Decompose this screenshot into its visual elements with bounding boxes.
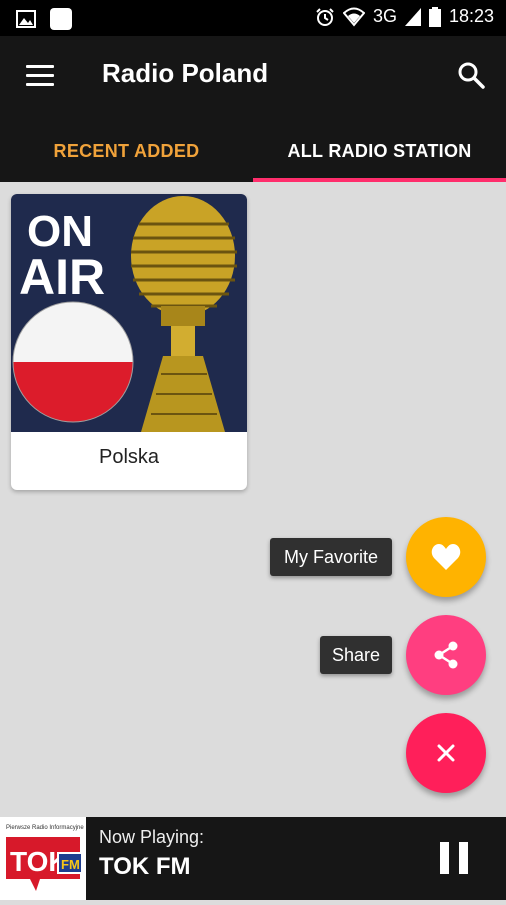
network-type: 3G	[372, 6, 397, 26]
status-bar: 3G 18:23	[0, 0, 506, 36]
battery-icon	[428, 6, 441, 27]
app-icon	[50, 8, 72, 30]
alarm-icon	[316, 7, 334, 26]
share-button[interactable]	[406, 615, 486, 695]
station-card[interactable]: ON AIR Polska	[11, 194, 247, 490]
close-icon	[437, 744, 455, 762]
search-icon[interactable]	[456, 60, 486, 90]
tab-label: ALL RADIO STATION	[287, 140, 472, 161]
svg-text:FM: FM	[61, 857, 80, 872]
image-icon	[16, 10, 36, 28]
svg-text:Pierwsze Radio Informacyjne: Pierwsze Radio Informacyjne	[6, 825, 84, 831]
app-bar: Radio Poland	[0, 36, 506, 120]
wifi-icon	[342, 7, 365, 27]
clock: 18:23	[448, 6, 494, 26]
favorite-button[interactable]	[406, 517, 486, 597]
tab-recent-added[interactable]: RECENT ADDED	[0, 120, 253, 182]
now-playing-bar[interactable]: Pierwsze Radio Informacyjne TOK FM Now P…	[0, 817, 506, 900]
heart-icon	[431, 544, 461, 570]
station-logo: Pierwsze Radio Informacyjne TOK FM	[0, 817, 86, 900]
tab-bar: RECENT ADDED ALL RADIO STATION	[0, 120, 506, 182]
on-air-image: ON AIR	[11, 194, 247, 432]
station-name: Polska	[98, 446, 160, 468]
tab-label: RECENT ADDED	[53, 140, 200, 161]
signal-icon	[404, 7, 421, 26]
share-label[interactable]: Share	[320, 636, 392, 674]
menu-icon[interactable]	[26, 65, 54, 87]
page-title: Radio Poland	[102, 58, 269, 88]
close-fab-button[interactable]	[406, 713, 486, 793]
now-playing-station: TOK FM	[99, 853, 191, 880]
on-air-text-air: AIR	[19, 249, 105, 305]
tok-fm-logo: Pierwsze Radio Informacyjne TOK FM	[6, 825, 84, 891]
now-playing-label: Now Playing:	[99, 827, 205, 847]
share-icon	[434, 641, 458, 669]
my-favorite-label[interactable]: My Favorite	[270, 538, 392, 576]
pause-icon[interactable]	[440, 842, 468, 874]
tab-all-radio-station[interactable]: ALL RADIO STATION	[253, 120, 506, 182]
